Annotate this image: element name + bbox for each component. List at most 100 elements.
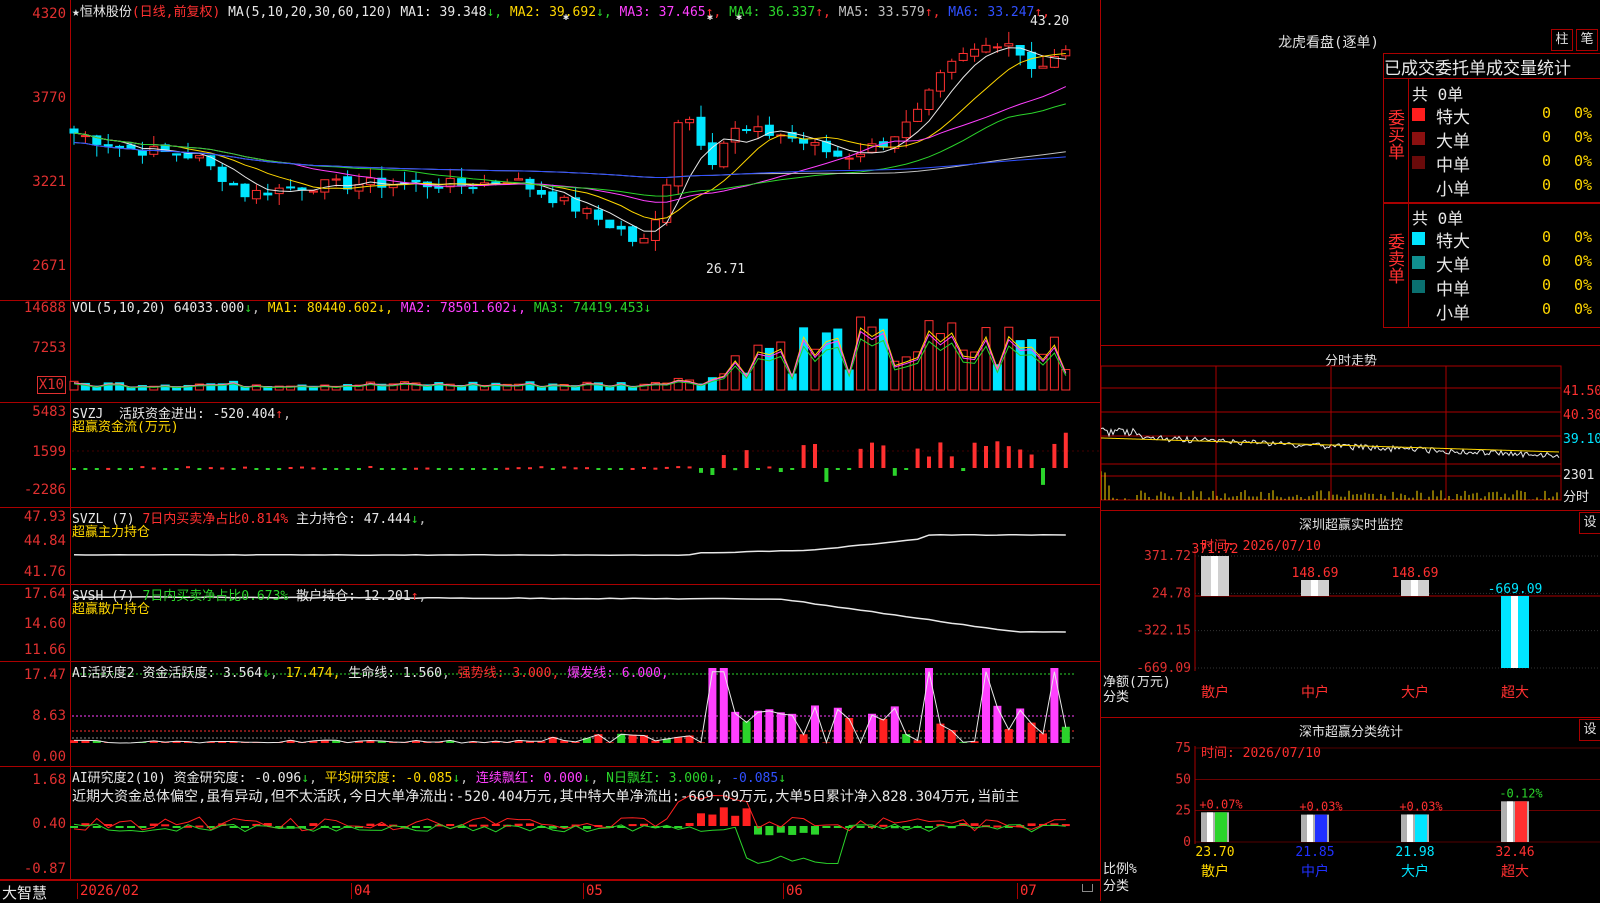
bar-mode-button[interactable]: 柱: [1551, 29, 1573, 51]
flow-bar: [619, 468, 623, 470]
candle-body: [720, 143, 728, 167]
candle-body: [515, 179, 523, 180]
candle-body: [834, 151, 842, 156]
classify-change: +0.07%: [1199, 797, 1243, 811]
main-price-pane[interactable]: 4320 3770 3221 2671 ✱✱✱ ★恒林股份(日线,前复权) MA…: [0, 0, 1100, 301]
date-axis[interactable]: 大智慧 2026/02 04 05 06 07: [0, 880, 1100, 901]
classify-category: 大户: [1401, 863, 1429, 880]
order-value: 0: [1542, 228, 1551, 246]
classify-category: 中户: [1301, 863, 1329, 880]
flow-bar: [927, 457, 931, 468]
candle-body: [811, 143, 819, 146]
candle-body: [925, 90, 933, 109]
monitor-category: 散户: [1201, 684, 1229, 701]
activity-bar: [708, 668, 716, 743]
svsh-pane[interactable]: 17.64 14.60 11.66 SVSH (7) 7日内买卖净占比0.673…: [0, 584, 1100, 662]
svzl-ratio: 7日内买卖净占比0.814%: [142, 512, 288, 527]
flow-bar: [790, 468, 794, 470]
classify-change: -0.12%: [1499, 786, 1543, 800]
svzl-pane[interactable]: 47.93 44.84 41.76 SVZL (7) 7日内买卖净占比0.814…: [0, 507, 1100, 585]
flow-bar: [460, 468, 464, 470]
svzj-pane[interactable]: 5483 1599 -2286 SVZJ 活跃资金进出: -520.404↑, …: [0, 402, 1100, 508]
research-bar: [891, 826, 899, 828]
candlestick-chart[interactable]: ✱✱✱: [0, 0, 1100, 300]
star-icon[interactable]: ★: [72, 5, 80, 20]
candle-body: [298, 188, 306, 190]
order-pct: 0%: [1574, 152, 1592, 170]
classify-bar-color: [1515, 801, 1527, 842]
lock-icon[interactable]: [1082, 884, 1093, 892]
monitor-bar-value: 148.69: [1292, 566, 1339, 581]
classify-bar-shine: [1507, 801, 1513, 842]
kline-chart-area[interactable]: 4320 3770 3221 2671 ✱✱✱ ★恒林股份(日线,前复权) MA…: [0, 0, 1100, 900]
candle-body: [1005, 44, 1013, 46]
intraday-foot: 分时: [1563, 486, 1589, 505]
tab-volume-stats[interactable]: 成交量统计: [1486, 59, 1571, 79]
candle-body: [594, 210, 602, 219]
flow-bar: [961, 468, 965, 471]
ai2-red-label: 连续飘红:: [476, 771, 536, 786]
flow-bar: [688, 466, 692, 468]
ai-research-pane[interactable]: 1.68 0.40 -0.87 AI研究度2(10) 资金研究度: -0.096…: [0, 766, 1100, 880]
classify-bar-color: [1215, 812, 1227, 842]
monitor-xlabel: 分类: [1103, 686, 1129, 705]
order-value: 0: [1542, 176, 1551, 194]
candle-body: [252, 190, 260, 198]
flow-bar: [1041, 468, 1045, 485]
classify-bar-chart[interactable]: 7550250+0.07%23.70散户+0.03%21.85中户+0.03%2…: [1101, 718, 1600, 901]
ma-line: [74, 48, 1066, 232]
classify-stats-panel: 深市超赢分类统计 设 时间: 2026/07/10 7550250+0.07%2…: [1100, 717, 1600, 901]
intraday-avg: [1101, 438, 1559, 452]
research-bar: [526, 823, 534, 826]
period-label[interactable]: (日线,前复权): [132, 5, 220, 20]
order-pct: 0%: [1574, 228, 1592, 246]
activity-bar: [891, 706, 899, 743]
candle-body: [230, 183, 238, 184]
tab-traded[interactable]: 已成交: [1384, 59, 1435, 79]
intraday-price: [1101, 428, 1559, 458]
order-type: 中单: [1436, 151, 1470, 176]
monitor-tick: -322.15: [1136, 624, 1191, 639]
dragon-tiger-panel: 龙虎看盘(逐单) 柱 笔 已成交委托单成交量统计 委买单 共 0单 特大00%大…: [1100, 0, 1600, 345]
pen-mode-button[interactable]: 笔: [1576, 29, 1598, 51]
activity-bar: [777, 712, 785, 743]
order-value: 0: [1542, 128, 1551, 146]
flow-bar: [175, 468, 179, 470]
research-bar: [993, 826, 1001, 828]
research-line-green: [74, 824, 1066, 863]
research-bar: [708, 815, 716, 826]
flow-bar: [528, 467, 532, 469]
ma-values: MA1: 39.348↓, MA2: 39.692↓, MA3: 37.465↑…: [400, 5, 1050, 20]
candle-body: [857, 154, 865, 156]
order-type: 特大: [1436, 103, 1470, 128]
candle-body: [993, 47, 1001, 48]
svsh-ratio: 7日内买卖净占比0.673%: [142, 589, 288, 604]
ai-activity-pane[interactable]: 17.47 8.63 0.00 AI活跃度2 资金活跃度: 3.564↓, 17…: [0, 661, 1100, 767]
monitor-bar-value: 371.72: [1192, 542, 1239, 557]
research-bar: [583, 826, 591, 829]
monitor-bar-chart[interactable]: 371.7224.78-322.15-669.09371.72散户148.69中…: [1101, 511, 1600, 718]
ai2-label: 资金研究度:: [174, 771, 247, 786]
intraday-chart[interactable]: [1101, 346, 1600, 511]
order-value: 0: [1542, 252, 1551, 270]
monitor-bar: [1301, 580, 1329, 596]
candle-body: [218, 167, 226, 181]
ai2-last: -0.085: [731, 771, 778, 786]
monitor-tick: 371.72: [1144, 549, 1191, 564]
tab-orders[interactable]: 委托单: [1435, 59, 1486, 79]
volume-pane[interactable]: 14688 7253 X10 VOL(5,10,20) 64033.000↓, …: [0, 300, 1100, 403]
flow-bar: [881, 445, 885, 468]
svsh-hold-label: 散户持仓:: [296, 589, 356, 604]
candle-body: [321, 180, 329, 192]
svzj-subtitle: 超赢资金流(万元): [72, 416, 179, 435]
intraday-panel[interactable]: 分时走势 41.50 40.30 39.10 2301 分时: [1100, 345, 1600, 511]
flow-bar: [197, 468, 201, 470]
flow-bar: [859, 449, 863, 468]
stock-name[interactable]: 恒林股份: [80, 5, 132, 20]
intraday-tick: 40.30: [1563, 408, 1600, 423]
research-bar: [515, 824, 523, 826]
candle-body: [195, 156, 203, 158]
ai1-life-label: 生命线:: [348, 666, 395, 681]
volume-title: VOL(5,10,20): [72, 301, 166, 316]
order-row: 特大00%: [1412, 227, 1600, 249]
